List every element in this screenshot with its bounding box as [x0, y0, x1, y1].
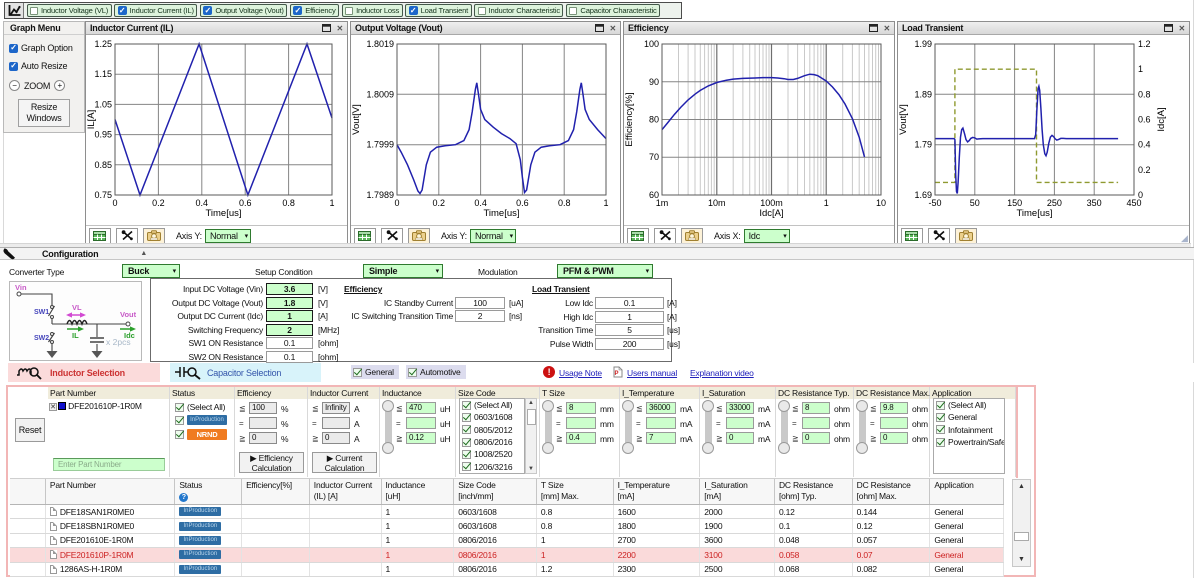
svg-text:10m: 10m [708, 198, 726, 208]
svg-text:1: 1 [1138, 64, 1143, 74]
svg-text:Time[us]: Time[us] [205, 208, 241, 219]
svg-text:0.4: 0.4 [1138, 140, 1151, 150]
svg-text:250: 250 [1047, 198, 1062, 208]
svg-text:1: 1 [824, 198, 829, 208]
svg-text:Efficiency[%]: Efficiency[%] [624, 92, 635, 146]
svg-text:50: 50 [970, 198, 980, 208]
svg-text:0.8: 0.8 [558, 198, 571, 208]
svg-text:10: 10 [876, 198, 886, 208]
svg-text:1.25: 1.25 [94, 39, 112, 49]
svg-text:0.8: 0.8 [1138, 89, 1151, 99]
svg-text:0.6: 0.6 [516, 198, 529, 208]
svg-text:1.2: 1.2 [1138, 39, 1151, 49]
svg-text:0.8: 0.8 [282, 198, 295, 208]
svg-text:1.7989: 1.7989 [366, 190, 394, 200]
svg-text:70: 70 [649, 152, 659, 162]
svg-text:1.99: 1.99 [914, 39, 932, 49]
svg-text:100: 100 [644, 39, 659, 49]
svg-text:0.2: 0.2 [433, 198, 446, 208]
svg-text:0.75: 0.75 [94, 190, 112, 200]
svg-text:1.7999: 1.7999 [366, 140, 394, 150]
svg-text:1.05: 1.05 [94, 99, 112, 109]
svg-text:100m: 100m [760, 198, 783, 208]
svg-text:SW2: SW2 [34, 335, 49, 342]
svg-text:0.6: 0.6 [239, 198, 252, 208]
svg-text:350: 350 [1087, 198, 1102, 208]
svg-text:1: 1 [603, 198, 608, 208]
svg-text:80: 80 [649, 115, 659, 125]
svg-text:VL: VL [72, 303, 82, 312]
svg-text:0.4: 0.4 [474, 198, 487, 208]
svg-text:1.79: 1.79 [914, 140, 932, 150]
svg-text:0: 0 [112, 198, 117, 208]
svg-text:0.4: 0.4 [196, 198, 209, 208]
svg-text:150: 150 [1007, 198, 1022, 208]
svg-text:Idc[A]: Idc[A] [759, 208, 783, 219]
svg-text:1.69: 1.69 [914, 190, 932, 200]
svg-text:x 2pcs: x 2pcs [106, 337, 131, 347]
svg-text:Time[us]: Time[us] [1016, 208, 1052, 219]
svg-text:0.95: 0.95 [94, 130, 112, 140]
svg-text:1: 1 [329, 198, 334, 208]
svg-text:0.6: 0.6 [1138, 115, 1151, 125]
svg-text:0: 0 [394, 198, 399, 208]
svg-text:0.85: 0.85 [94, 160, 112, 170]
svg-text:90: 90 [649, 77, 659, 87]
svg-text:1.89: 1.89 [914, 89, 932, 99]
svg-text:60: 60 [649, 190, 659, 200]
svg-text:Vin: Vin [15, 283, 27, 292]
svg-text:Time[us]: Time[us] [483, 208, 519, 219]
svg-text:1.8019: 1.8019 [366, 39, 394, 49]
svg-text:IL[A]: IL[A] [86, 110, 97, 130]
svg-text:0.2: 0.2 [1138, 165, 1151, 175]
svg-text:0: 0 [1138, 190, 1143, 200]
svg-text:IL: IL [72, 331, 79, 340]
svg-text:SW1: SW1 [34, 309, 49, 316]
svg-text:Idc[A]: Idc[A] [1156, 107, 1167, 131]
svg-text:0.2: 0.2 [152, 198, 165, 208]
svg-text:Vout[V]: Vout[V] [351, 104, 362, 135]
svg-text:Vout[V]: Vout[V] [898, 104, 909, 135]
svg-text:Vout: Vout [120, 310, 137, 319]
svg-text:1.8009: 1.8009 [366, 89, 394, 99]
svg-text:P: P [615, 371, 619, 377]
svg-text:1.15: 1.15 [94, 69, 112, 79]
